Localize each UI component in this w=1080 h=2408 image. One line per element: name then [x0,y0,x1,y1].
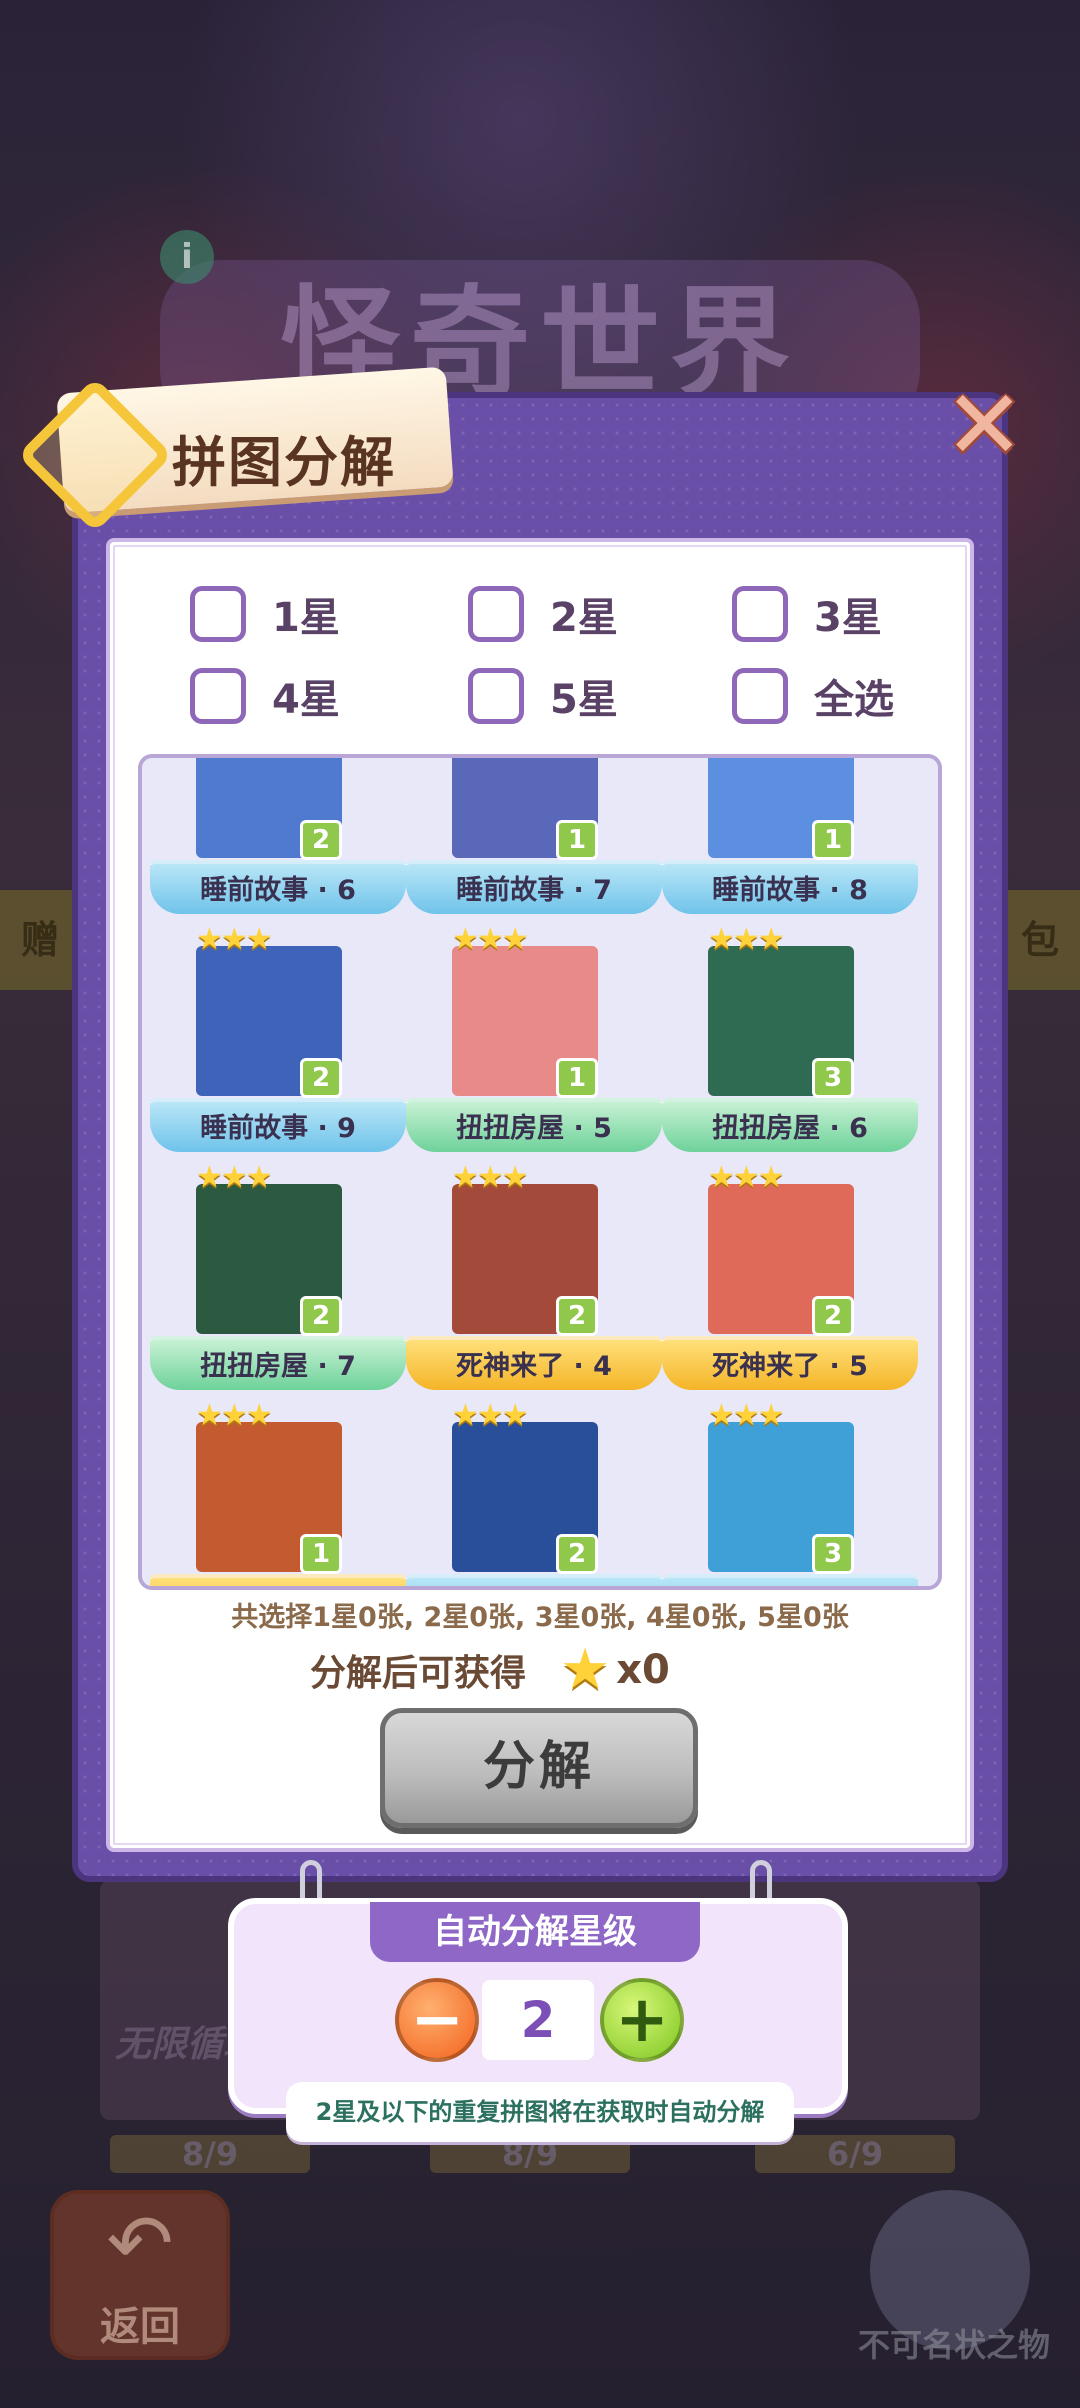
reward-label: 分解后可获得 [310,1653,527,1694]
puzzle-piece[interactable]: 1 睡前故事 · 8 [662,758,918,928]
star-rating: ★★★ [196,1398,273,1433]
star-rating: ★★★ [452,1398,529,1433]
dialog-title: 拼图分解 [172,431,396,494]
checkbox[interactable] [732,668,788,724]
piece-name: 蝠宝深林 · 4 [406,1574,662,1586]
star-rating: ★★★ [708,922,785,957]
star-level-value: 2 [482,1980,594,2060]
puzzle-piece[interactable]: 1 睡前故事 · 7 [406,758,662,928]
puzzle-piece[interactable]: 2 睡前故事 · 6 [150,758,406,928]
puzzle-piece[interactable]: ★★★ 2 死神来了 · 5 [662,1160,918,1404]
selection-summary: 共选择1星0张, 2星0张, 3星0张, 4星0张, 5星0张 [231,1602,849,1633]
piece-name: 扭扭房屋 · 5 [406,1098,662,1152]
filter-1-star[interactable]: 1星 [190,586,340,642]
piece-name: 睡前故事 · 6 [150,860,406,914]
piece-count-badge: 3 [812,1058,854,1098]
checkbox[interactable] [190,586,246,642]
puzzle-piece[interactable]: ★★★ 1 死神来了 · 6 [150,1398,406,1586]
piece-name: 扭扭房屋 · 6 [662,1098,918,1152]
minus-button[interactable]: − [395,1978,479,2062]
piece-count-badge: 2 [812,1296,854,1336]
plus-button[interactable]: + [600,1978,684,2062]
bg-progress-1: 8/9 [110,2135,310,2173]
close-icon[interactable]: ✕ [944,377,1024,473]
checkbox[interactable] [468,668,524,724]
back-label: 返回 [100,2304,180,2350]
bg-side-right: 包 [1000,890,1080,990]
piece-count-badge: 2 [556,1534,598,1574]
filter-label: 3星 [814,595,882,641]
watermark: 不可名状之物 [857,2326,1050,2364]
back-button[interactable]: ↶ 返回 [50,2190,230,2360]
star-rating: ★★★ [452,1160,529,1195]
back-arrow-icon: ↶ [106,2197,174,2290]
piece-count-badge: 2 [300,1058,342,1098]
puzzle-piece[interactable]: ★★★ 3 扭扭房屋 · 6 [662,922,918,1166]
piece-count-badge: 1 [556,1058,598,1098]
puzzle-piece[interactable]: ★★★ 3 蝠宝深林 · 5 [662,1398,918,1586]
piece-count-badge: 1 [556,820,598,860]
star-rating: ★★★ [452,922,529,957]
reward-row: 分解后可获得 ★ x0 [310,1640,670,1700]
piece-count-badge: 3 [812,1534,854,1574]
info-icon: i [160,230,214,284]
puzzle-piece[interactable]: ★★★ 2 睡前故事 · 9 [150,922,406,1166]
piece-name: 蝠宝深林 · 5 [662,1574,918,1586]
checkbox[interactable] [468,586,524,642]
bg-progress-3: 6/9 [755,2135,955,2173]
piece-count-badge: 1 [300,1534,342,1574]
piece-name: 死神来了 · 6 [150,1574,406,1586]
star-icon: ★ [560,1637,611,1702]
piece-count-badge: 2 [300,1296,342,1336]
filter-label: 全选 [814,677,894,723]
piece-name: 睡前故事 · 9 [150,1098,406,1152]
filter-label: 2星 [550,595,618,641]
checkbox[interactable] [732,586,788,642]
star-rating: ★★★ [196,922,273,957]
star-rating: ★★★ [708,1398,785,1433]
piece-name: 扭扭房屋 · 7 [150,1336,406,1390]
puzzle-piece[interactable]: ★★★ 2 蝠宝深林 · 4 [406,1398,662,1586]
filter-label: 1星 [272,595,340,641]
puzzle-piece[interactable]: ★★★ 1 扭扭房屋 · 5 [406,922,662,1166]
filter-4-star[interactable]: 4星 [190,668,340,724]
filter-select-all[interactable]: 全选 [732,668,894,724]
piece-name: 死神来了 · 5 [662,1336,918,1390]
piece-count-badge: 2 [556,1296,598,1336]
piece-name: 睡前故事 · 8 [662,860,918,914]
filter-2-star[interactable]: 2星 [468,586,618,642]
checkbox[interactable] [190,668,246,724]
auto-decompose-hint: 2星及以下的重复拼图将在获取时自动分解 [286,2082,794,2142]
filter-label: 5星 [550,677,618,723]
filter-5-star[interactable]: 5星 [468,668,618,724]
bg-side-left: 赠 [0,890,80,990]
reward-count: x0 [616,1647,670,1693]
star-rating: ★★★ [708,1160,785,1195]
piece-count-badge: 1 [812,820,854,860]
puzzle-piece[interactable]: ★★★ 2 死神来了 · 4 [406,1160,662,1404]
filter-label: 4星 [272,677,340,723]
piece-count-badge: 2 [300,820,342,860]
auto-decompose-title: 自动分解星级 [433,1912,637,1952]
puzzle-piece[interactable]: ★★★ 2 扭扭房屋 · 7 [150,1160,406,1404]
piece-name: 睡前故事 · 7 [406,860,662,914]
filter-3-star[interactable]: 3星 [732,586,882,642]
star-rating: ★★★ [196,1160,273,1195]
decompose-button[interactable]: 分解 [380,1708,698,1828]
piece-name: 死神来了 · 4 [406,1336,662,1390]
puzzle-grid[interactable]: 2 睡前故事 · 6 1 睡前故事 · 7 1 睡前故事 · 8 ★★★ 2 睡… [138,754,942,1590]
